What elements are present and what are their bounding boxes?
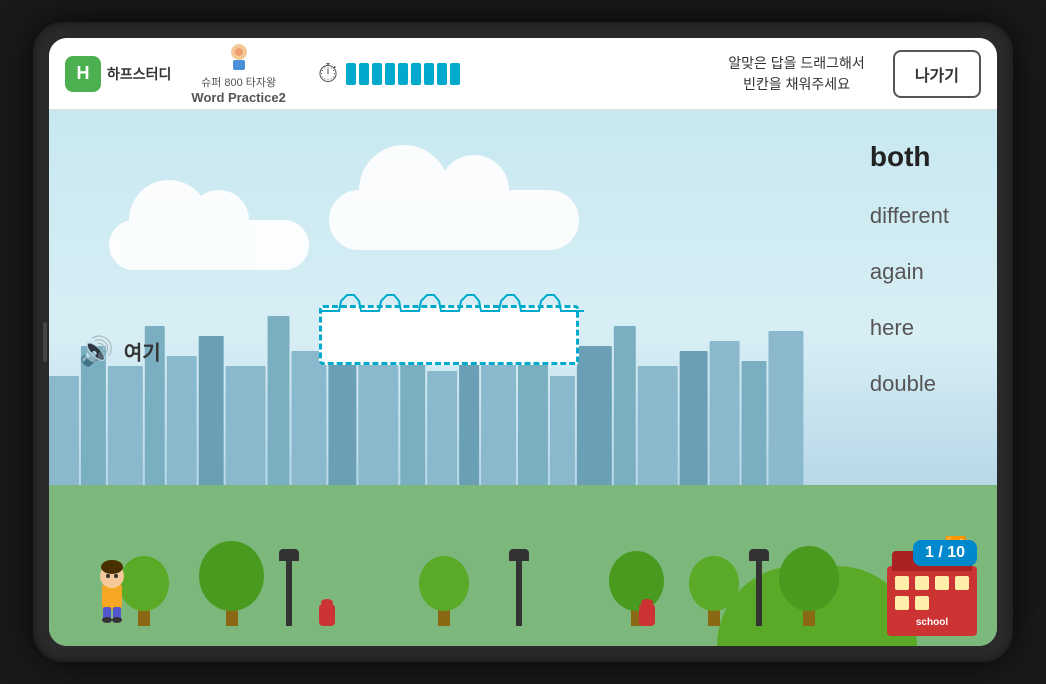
cloud-1 <box>109 220 309 270</box>
school-window <box>915 596 929 610</box>
character-label: 슈퍼 800 타자왕 <box>201 74 276 90</box>
character-boy <box>87 554 137 624</box>
timer-segment <box>372 63 382 85</box>
logo-text: 하프스터디 <box>107 64 171 84</box>
word-option-again[interactable]: again <box>862 255 957 289</box>
hydrant-2 <box>639 604 655 626</box>
word-option-double[interactable]: double <box>862 367 957 401</box>
timer-area: ⏱ <box>318 58 460 90</box>
tree-5 <box>689 551 739 626</box>
word-option-both[interactable]: both <box>862 137 957 177</box>
timer-segment <box>437 63 447 85</box>
speaker-area[interactable]: 🔊 여기 <box>79 335 161 368</box>
school-window <box>915 576 929 590</box>
cloud-2 <box>329 190 579 250</box>
timer-bar <box>346 63 460 85</box>
subtitle: Word Practice2 <box>191 90 285 105</box>
school-window <box>895 596 909 610</box>
hydrant-1 <box>319 604 335 626</box>
exit-button[interactable]: 나가기 <box>893 50 981 98</box>
tree-6 <box>779 541 839 626</box>
progress-counter: 1 / 10 <box>913 540 977 566</box>
screen: H 하프스터디 슈퍼 800 타자왕 Word Practice2 ⏱ <box>49 38 997 646</box>
instruction-line2: 빈칸을 채워주세요 <box>728 74 865 95</box>
school-window <box>935 576 949 590</box>
logo-icon: H <box>65 56 101 92</box>
device-frame: H 하프스터디 슈퍼 800 타자왕 Word Practice2 ⏱ <box>33 22 1013 662</box>
character-avatar-icon <box>223 42 255 74</box>
game-area: 🔊 여기 both different again here double <box>49 110 997 646</box>
word-option-here[interactable]: here <box>862 311 957 345</box>
instruction-line1: 알맞은 답을 드래그해서 <box>728 53 865 74</box>
puzzle-top-edge <box>319 293 589 313</box>
header: H 하프스터디 슈퍼 800 타자왕 Word Practice2 ⏱ <box>49 38 997 110</box>
word-options: both different again here double <box>862 137 957 401</box>
timer-segment <box>359 63 369 85</box>
timer-segment <box>424 63 434 85</box>
speaker-label: 여기 <box>124 337 161 366</box>
speaker-icon[interactable]: 🔊 <box>79 335 114 368</box>
school-label: school <box>887 617 977 628</box>
lamp-3 <box>749 549 769 626</box>
timer-icon: ⏱ <box>318 58 338 90</box>
drop-zone[interactable] <box>319 305 579 365</box>
tree-4 <box>609 546 664 626</box>
school-window <box>955 576 969 590</box>
tree-3 <box>419 551 469 626</box>
timer-segment <box>450 63 460 85</box>
character-area: 슈퍼 800 타자왕 Word Practice2 <box>191 42 285 105</box>
timer-segment <box>385 63 395 85</box>
instruction-area: 알맞은 답을 드래그해서 빈칸을 채워주세요 <box>728 53 865 95</box>
timer-segment <box>411 63 421 85</box>
school-window <box>895 576 909 590</box>
word-option-different[interactable]: different <box>862 199 957 233</box>
logo-area: H 하프스터디 <box>65 56 171 92</box>
timer-segment <box>398 63 408 85</box>
lamp-1 <box>279 549 299 626</box>
school-windows <box>887 566 977 610</box>
tree-2 <box>199 536 264 626</box>
timer-segment <box>346 63 356 85</box>
lamp-2 <box>509 549 529 626</box>
school-building: school 📶 <box>887 566 977 636</box>
